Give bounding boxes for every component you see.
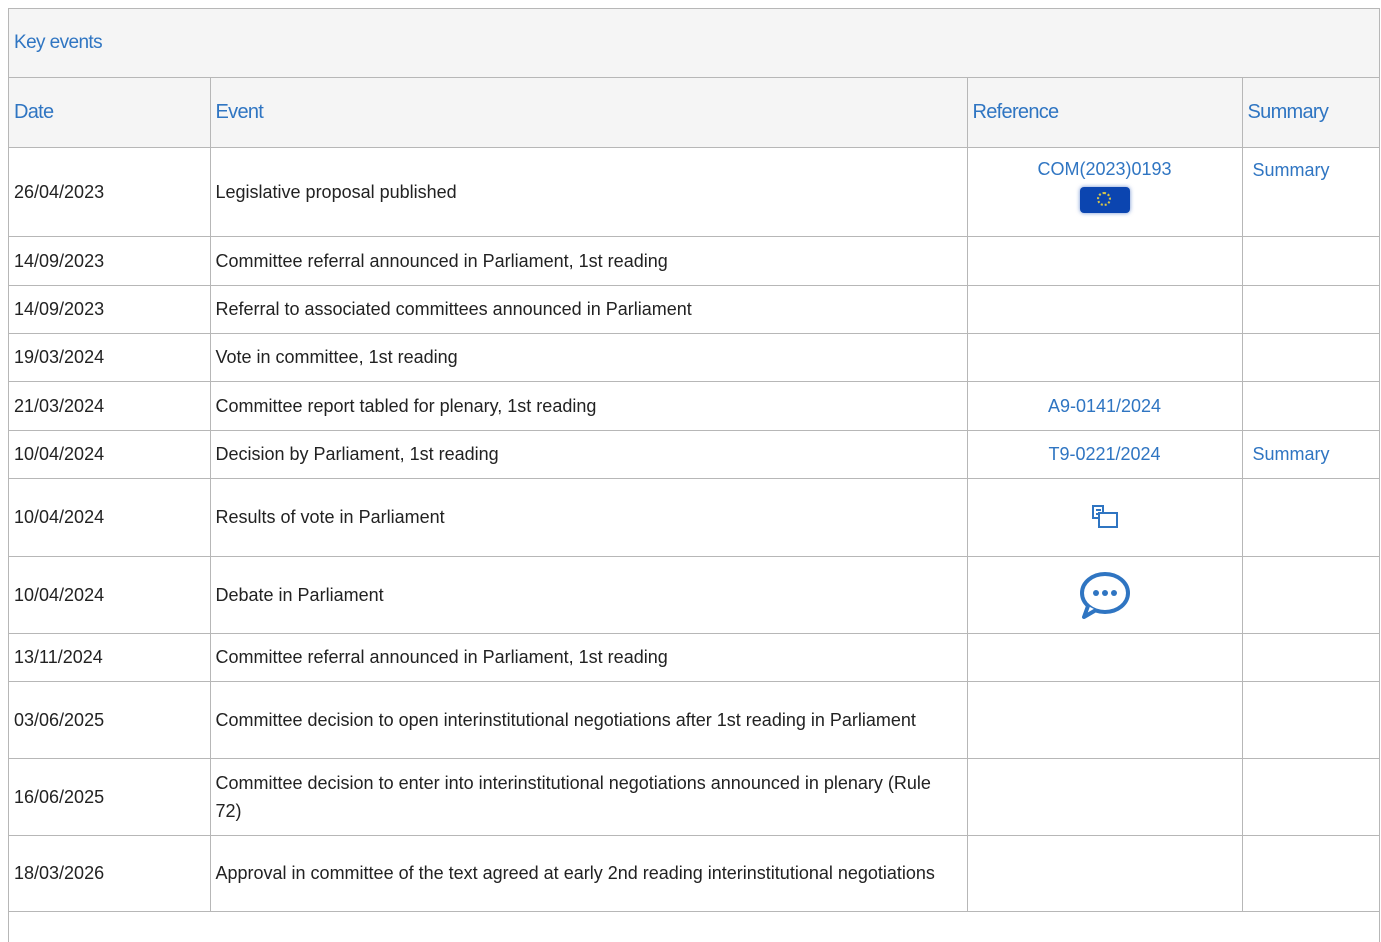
row-summary	[1241, 834, 1379, 912]
row-event: Committee decision to enter into interin…	[209, 757, 968, 836]
table-row: 10/04/2024 Debate in Parliament	[9, 555, 1379, 634]
row-reference	[966, 632, 1243, 682]
row-date: 16/06/2025	[9, 757, 211, 836]
reference-link[interactable]: T9-0221/2024	[966, 429, 1243, 479]
row-event: Results of vote in Parliament	[209, 477, 968, 557]
row-reference	[966, 757, 1243, 836]
row-summary	[1241, 284, 1379, 334]
row-summary	[1241, 757, 1379, 836]
table-row: 10/04/2024 Decision by Parliament, 1st r…	[9, 429, 1379, 479]
row-date: 13/11/2024	[9, 632, 211, 682]
table-row: 21/03/2024 Committee report tabled for p…	[9, 380, 1379, 431]
panel-title: Key events	[9, 9, 1379, 78]
table-header-row: Date Event Reference Summary	[9, 78, 1379, 148]
row-date: 03/06/2025	[9, 680, 211, 759]
row-reference	[966, 555, 1243, 634]
vote-results-icon[interactable]	[1090, 502, 1120, 532]
column-header-summary[interactable]: Summary	[1241, 78, 1379, 148]
row-date: 19/03/2024	[9, 332, 211, 382]
row-summary	[1241, 380, 1379, 431]
row-date: 14/09/2023	[9, 284, 211, 334]
row-event: Committee referral announced in Parliame…	[209, 632, 968, 682]
row-summary	[1241, 235, 1379, 286]
column-header-reference[interactable]: Reference	[966, 78, 1243, 148]
row-reference	[966, 834, 1243, 912]
key-events-table: Date Event Reference Summary 26/04/2023 …	[9, 78, 1379, 912]
row-event: Legislative proposal published	[209, 146, 968, 237]
row-event: Vote in committee, 1st reading	[209, 332, 968, 382]
row-date: 10/04/2024	[9, 477, 211, 557]
row-event: Approval in committee of the text agreed…	[209, 834, 968, 912]
row-reference	[966, 332, 1243, 382]
table-row: 03/06/2025 Committee decision to open in…	[9, 680, 1379, 759]
row-reference	[966, 477, 1243, 557]
row-reference: COM(2023)0193	[966, 146, 1243, 237]
table-row: 14/09/2023 Committee referral announced …	[9, 235, 1379, 286]
table-row: 10/04/2024 Results of vote in Parliament	[9, 477, 1379, 557]
summary-link[interactable]: Summary	[1241, 429, 1379, 479]
row-date: 26/04/2023	[9, 146, 211, 237]
row-event: Committee report tabled for plenary, 1st…	[209, 380, 968, 431]
row-summary	[1241, 680, 1379, 759]
row-date: 10/04/2024	[9, 429, 211, 479]
row-summary	[1241, 477, 1379, 557]
row-reference	[966, 284, 1243, 334]
row-date: 14/09/2023	[9, 235, 211, 286]
row-summary	[1241, 632, 1379, 682]
table-row: 13/11/2024 Committee referral announced …	[9, 632, 1379, 682]
column-header-event[interactable]: Event	[209, 78, 968, 148]
table-row: 26/04/2023 Legislative proposal publishe…	[9, 146, 1379, 237]
row-event: Referral to associated committees announ…	[209, 284, 968, 334]
row-event: Committee decision to open interinstitut…	[209, 680, 968, 759]
table-row: 14/09/2023 Referral to associated commit…	[9, 284, 1379, 334]
debate-icon[interactable]	[1078, 571, 1132, 619]
row-reference	[966, 235, 1243, 286]
row-date: 18/03/2026	[9, 834, 211, 912]
table-row: 18/03/2026 Approval in committee of the …	[9, 834, 1379, 912]
row-summary	[1241, 332, 1379, 382]
table-row: 19/03/2024 Vote in committee, 1st readin…	[9, 332, 1379, 382]
reference-link[interactable]: A9-0141/2024	[966, 380, 1243, 431]
eu-flag-icon[interactable]	[1079, 186, 1130, 213]
row-event: Committee referral announced in Parliame…	[209, 235, 968, 286]
row-event: Debate in Parliament	[209, 555, 968, 634]
table-row: 16/06/2025 Committee decision to enter i…	[9, 757, 1379, 836]
row-event: Decision by Parliament, 1st reading	[209, 429, 968, 479]
column-header-date[interactable]: Date	[9, 78, 211, 148]
row-date: 21/03/2024	[9, 380, 211, 431]
key-events-panel: Key events Date Event Reference Summary …	[8, 8, 1380, 942]
row-date: 10/04/2024	[9, 555, 211, 634]
summary-link[interactable]: Summary	[1241, 146, 1379, 237]
row-reference	[966, 680, 1243, 759]
reference-link[interactable]: COM(2023)0193	[974, 157, 1236, 181]
row-summary	[1241, 555, 1379, 634]
